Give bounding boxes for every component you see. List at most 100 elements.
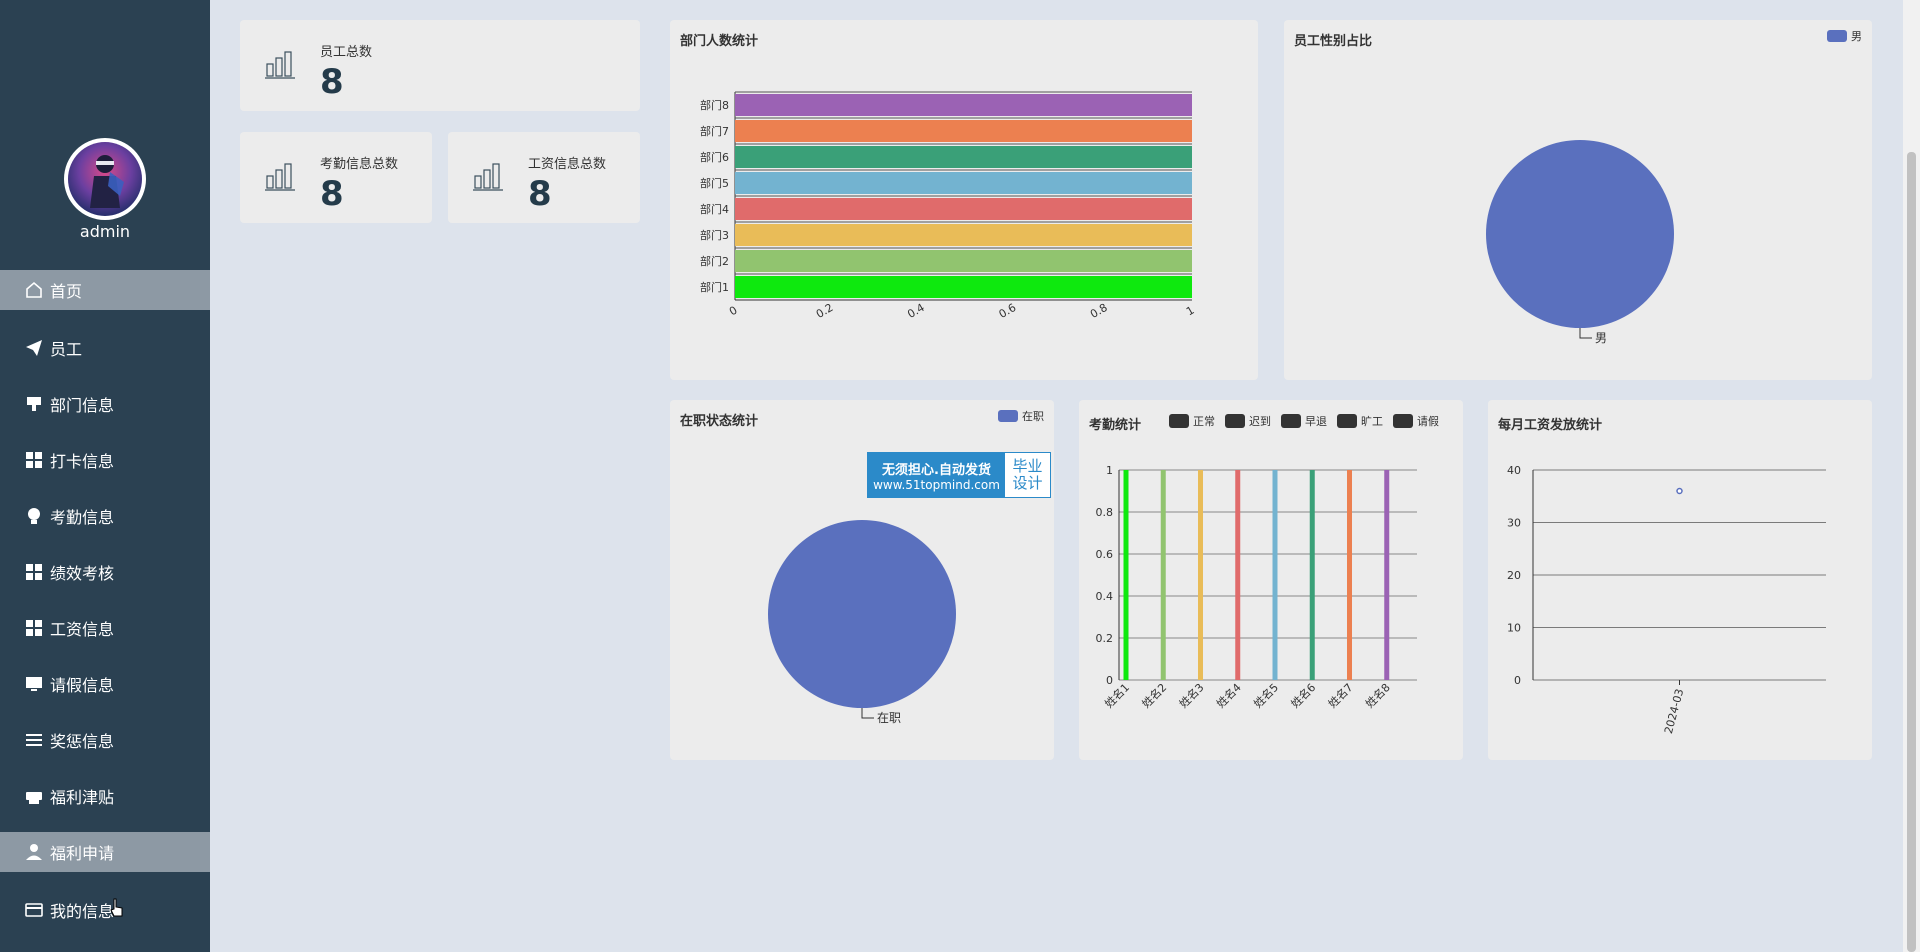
sidebar-item-label: 福利津贴 [50,788,115,807]
bar [735,250,1192,272]
x-tick-label: 姓名5 [1251,680,1281,710]
y-tick-label: 10 [1507,622,1521,635]
y-tick-label: 部门5 [700,176,729,190]
page-scrollbar[interactable] [1903,0,1920,952]
grid-icon [24,618,44,638]
y-tick-label: 0 [1106,674,1113,687]
x-tick-label: 2024-03 [1662,687,1686,735]
y-tick-label: 部门2 [700,254,729,268]
x-tick-label: 1 [1184,304,1197,319]
x-tick-label: 0 [727,304,740,319]
salary-line-chart: 0 10 20 30 40 2024-03 [1507,464,1826,735]
x-tick-label: 姓名7 [1325,680,1355,710]
stat-value: 8 [320,62,344,102]
chart-card-salary: 每月工资发放统计 0 10 20 30 40 2024-03 [1488,400,1872,760]
chart-card-gender: 员工性别占比 男 男 [1284,20,1872,380]
stat-card-attendance: 考勤信息总数 8 [240,132,432,223]
sidebar-item-label: 奖惩信息 [50,732,115,751]
scroll-thumb[interactable] [1907,152,1916,952]
bar [1160,470,1166,680]
list-icon [24,730,44,750]
pie-slice [768,520,956,708]
bar [735,94,1192,116]
sidebar-item-welfare-apply[interactable]: 福利申请 [0,832,210,872]
grid-icon [24,562,44,582]
x-tick-label: 姓名8 [1362,680,1392,710]
sidebar-item-label: 员工 [50,340,83,359]
label-leader [1579,328,1592,339]
avatar[interactable] [64,138,146,220]
y-tick-label: 40 [1507,464,1521,477]
sidebar-item-attendance[interactable]: 考勤信息 [0,496,210,536]
watermark-right-2: 设计 [1012,474,1043,492]
line-point [1676,487,1683,495]
sidebar-item-label: 绩效考核 [50,564,115,583]
x-tick-label: 姓名6 [1288,680,1318,710]
sidebar-item-salary[interactable]: 工资信息 [0,608,210,648]
gender-pie-chart: 男 [1486,140,1674,345]
sidebar-item-performance[interactable]: 绩效考核 [0,552,210,592]
monitor-icon [24,674,44,694]
sidebar-item-label: 首页 [50,282,83,301]
stat-label: 考勤信息总数 [320,157,399,172]
pie-label: 男 [1595,331,1607,345]
bar [1309,470,1315,680]
sidebar-item-my-info[interactable]: 我的信息 [0,890,210,930]
stat-label: 工资信息总数 [528,157,607,172]
sidebar-item-label: 工资信息 [50,620,115,639]
paper-plane-icon [24,338,44,358]
sidebar-item-clockin[interactable]: 打卡信息 [0,440,210,480]
grid-icon [24,450,44,470]
sidebar-item-label: 我的信息 [50,902,115,921]
bar-stat-icon [473,163,503,191]
bar [1235,470,1241,680]
y-tick-label: 1 [1106,464,1113,477]
y-tick-label: 30 [1507,517,1521,530]
username: admin [79,222,131,241]
watermark-line2: www.51topmind.com [873,477,1000,492]
user-icon [24,842,44,862]
y-tick-label: 20 [1507,569,1521,582]
sidebar-item-label: 福利申请 [50,844,115,863]
sidebar-item-label: 部门信息 [50,396,115,415]
sidebar-item-home[interactable]: 首页 [0,270,210,310]
sidebar-item-employee[interactable]: 员工 [0,328,210,368]
y-tick-label: 部门3 [700,228,729,242]
x-tick-label: 姓名2 [1139,680,1169,710]
avatar-character-icon [90,155,124,208]
sidebar-item-leave[interactable]: 请假信息 [0,664,210,704]
bar [735,146,1192,168]
y-tick-label: 0.2 [1096,632,1114,645]
y-tick-label: 0.6 [1096,548,1114,561]
chart-card-attendance: 考勤统计 正常 迟到 早退 旷工 请假 0 0.2 0.4 0.6 0.8 1 姓名1 姓名2 姓名3 姓… [1079,400,1463,760]
y-tick-label: 部门4 [700,202,729,216]
bar-stat-icon [265,163,295,191]
y-tick-label: 部门6 [700,150,729,164]
bar [1272,470,1278,680]
bar [735,198,1192,220]
x-tick-label: 0.4 [905,301,927,321]
stamp-icon [24,394,44,414]
bar [735,172,1192,194]
stat-label: 员工总数 [320,45,373,60]
bar [1198,470,1203,680]
sidebar-item-welfare[interactable]: 福利津贴 [0,776,210,816]
stat-card-employees: 员工总数 8 [240,20,640,111]
label-leader [861,708,874,719]
bar [1123,470,1129,680]
x-tick-label: 0.6 [997,301,1019,321]
sidebar-item-rewards[interactable]: 奖惩信息 [0,720,210,760]
sidebar-item-label: 请假信息 [50,676,115,695]
sidebar-item-department[interactable]: 部门信息 [0,384,210,424]
bar [735,276,1192,298]
home-icon [24,280,44,300]
x-tick-label: 姓名3 [1176,680,1206,710]
bar [1347,470,1352,680]
sidebar-menu: 首页 员工 部门信息 打卡信息 考勤信息 绩效考核 工资信息 请假信息 奖惩信息… [0,270,210,930]
pie-label: 在职 [877,711,901,725]
sidebar-item-label: 考勤信息 [50,508,115,527]
y-tick-label: 部门8 [700,98,729,112]
y-tick-label: 部门1 [700,280,729,294]
watermark-right-1: 毕业 [1012,457,1043,475]
watermark-line1: 无须担心.自动发货 [882,462,991,478]
